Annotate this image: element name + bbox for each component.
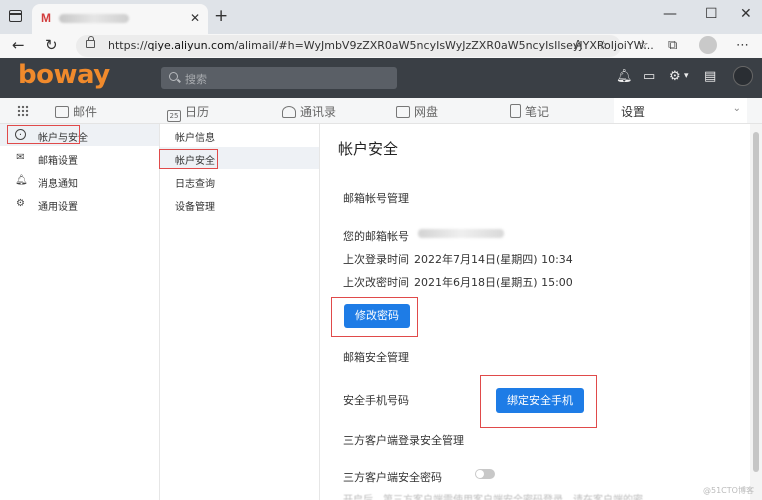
user-avatar[interactable] [733,66,753,86]
feedback-icon[interactable]: ▤ [704,69,716,84]
mail-icon [55,106,69,118]
address-bar-row: ← ↻ https://qiye.aliyun.com/alimail/#h=W… [0,34,762,58]
bind-security-phone-button[interactable]: 绑定安全手机 [496,388,584,413]
url-field[interactable]: https://qiye.aliyun.com/alimail/#h=WyJmb… [76,35,654,57]
sidebar-item-general-settings[interactable]: ⚙ 通用设置 [0,193,159,215]
last-login-row: 上次登录时间 2022年7月14日(星期四) 10:34 [343,253,573,266]
scrollbar[interactable] [750,124,762,500]
drive-icon [396,106,410,118]
highlight-box [159,149,218,169]
search-icon [169,72,178,81]
email-value-blurred [418,229,504,238]
devices-icon[interactable]: ▭ [643,69,655,84]
thirdparty-password-toggle[interactable] [475,469,495,479]
app-header: boway 搜索 🔔︎ ▭ ⚙ ▾ ▤ [0,58,762,98]
browser-tab[interactable]: M ✕ [32,4,208,34]
section-account-management: 邮箱帐号管理 [343,192,409,205]
minimize-icon[interactable]: — [663,6,677,22]
mail-icon: ✉ [16,152,25,163]
sidebar-item-notifications[interactable]: 🔔︎ 消息通知 [0,170,159,192]
apps-grid-icon[interactable] [17,105,29,117]
calendar-icon: 25 [167,110,181,122]
module-drive[interactable]: 网盘 [396,103,438,120]
bell-icon[interactable]: 🔔︎ [616,69,633,84]
chevron-down-icon[interactable]: ⌄ [733,103,741,114]
search-input[interactable]: 搜索 [161,67,397,89]
subnav-item-log-query[interactable]: 日志查询 [160,170,319,192]
email-row: 您的邮箱帐号 [343,228,504,244]
contacts-icon [282,106,296,118]
module-mail[interactable]: 邮件 [55,103,97,120]
module-calendar[interactable]: 25 日历 [167,103,209,122]
back-icon[interactable]: ← [12,36,25,54]
subnav-item-account-info[interactable]: 帐户信息 [160,124,319,146]
notes-icon [510,104,521,118]
security-phone-row: 安全手机号码 [343,394,409,407]
search-placeholder: 搜索 [185,73,207,86]
tab-title-blurred [59,14,129,23]
chevron-down-icon[interactable]: ▾ [684,71,689,81]
change-password-button[interactable]: 修改密码 [344,304,410,328]
module-nav: 邮件 25 日历 通讯录 网盘 笔记 设置 ⌄ [0,98,762,124]
browser-tab-strip: M ✕ + — ☐ ✕ [0,0,762,34]
favorite-star-icon[interactable]: ☆ [598,38,609,52]
bell-icon: 🔔︎ [15,175,28,186]
last-login-value: 2022年7月14日(星期四) 10:34 [414,253,573,266]
reload-icon[interactable]: ↻ [45,36,58,54]
sidebar-item-mailbox-settings[interactable]: ✉ 邮箱设置 [0,147,159,169]
highlight-box [7,125,80,144]
maximize-icon[interactable]: ☐ [705,6,718,22]
section-security-management: 邮箱安全管理 [343,351,409,364]
section-thirdparty-client: 三方客户端登录安全管理 [343,434,464,447]
read-aloud-icon[interactable]: A [574,38,582,52]
close-window-icon[interactable]: ✕ [740,6,752,22]
browser-profile-avatar[interactable] [699,36,717,54]
new-tab-icon[interactable]: + [214,6,228,26]
settings-gear-icon[interactable]: ⚙ [669,69,681,84]
cut-off-description: 开启后，第三方客户端需使用客户端安全密码登录，请在客户端的密码处填写 [343,491,643,500]
favorites-list-icon[interactable]: ☆ [637,38,649,53]
account-subnav: 帐户信息 帐户安全 日志查询 设备管理 [159,124,320,500]
subnav-item-device-management[interactable]: 设备管理 [160,193,319,215]
scrollbar-thumb[interactable] [753,132,759,472]
module-contacts[interactable]: 通讯录 [282,103,336,120]
account-security-panel: 帐户安全 邮箱帐号管理 您的邮箱帐号 上次登录时间 2022年7月14日(星期四… [320,124,750,500]
lock-icon [86,36,95,48]
watermark: @51CTO博客 [703,486,754,495]
thirdparty-password-row: 三方客户端安全密码 [343,469,495,485]
settings-main: · 帐户与安全 ✉ 邮箱设置 🔔︎ 消息通知 ⚙ 通用设置 帐户信息 帐户安全 … [0,124,762,500]
collections-icon[interactable]: ⧉ [668,38,677,53]
url-text: https://qiye.aliyun.com/alimail/#h=WyJmb… [108,39,654,52]
close-tab-icon[interactable]: ✕ [190,11,200,25]
more-menu-icon[interactable]: ⋯ [736,38,749,53]
last-password-change-row: 上次改密时间 2021年6月18日(星期五) 15:00 [343,276,573,289]
brand-logo[interactable]: boway [18,60,110,90]
module-settings-active[interactable]: 设置 ⌄ [614,98,747,123]
settings-sidebar: · 帐户与安全 ✉ 邮箱设置 🔔︎ 消息通知 ⚙ 通用设置 [0,124,160,500]
module-notes[interactable]: 笔记 [510,103,549,120]
window-menu-icon[interactable] [9,10,22,22]
mail-favicon: M [41,11,51,25]
page-title: 帐户安全 [338,140,399,158]
last-password-change-value: 2021年6月18日(星期五) 15:00 [414,276,573,289]
gear-icon: ⚙ [16,198,25,209]
